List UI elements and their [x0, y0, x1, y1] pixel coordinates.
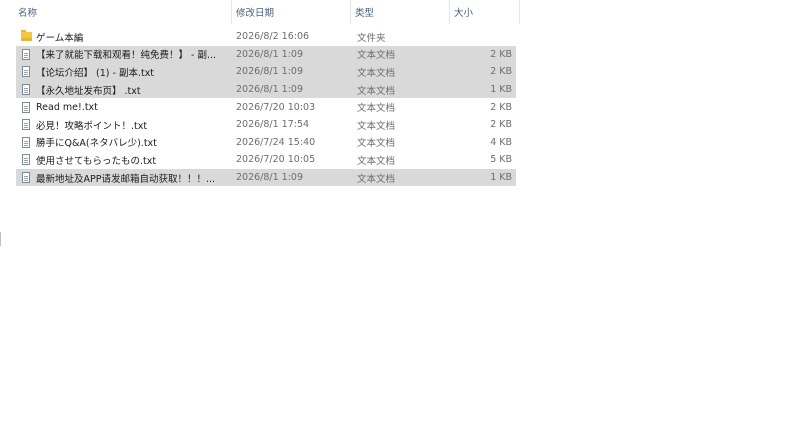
column-header-type-label: 类型	[355, 8, 375, 19]
text-file-icon	[22, 154, 30, 166]
file-row-icon-cell	[20, 169, 32, 187]
file-row-icon-cell	[20, 134, 32, 152]
file-row[interactable]: 使用させてもらったもの.txt 2026/7/20 10:05 文本文档 5 KB	[16, 151, 516, 169]
file-row[interactable]: ゲーム本編 2026/8/2 16:06 文件夹	[16, 28, 516, 46]
file-size: 4 KB	[490, 136, 512, 148]
file-row[interactable]: Read me!.txt 2026/7/20 10:03 文本文档 2 KB	[16, 98, 516, 116]
file-size: 1 KB	[490, 84, 512, 96]
column-header-divider[interactable]	[519, 0, 520, 24]
file-size: 2 KB	[490, 66, 512, 78]
file-type: 文本文档	[357, 120, 396, 132]
file-name: 勝手にQ&A(ネタバレ少).txt	[36, 138, 157, 150]
file-row-icon-cell	[20, 81, 32, 99]
resize-handle[interactable]	[0, 232, 1, 246]
file-name: 使用させてもらったもの.txt	[36, 155, 157, 167]
file-date: 2026/7/20 10:03	[236, 101, 316, 113]
file-type: 文本文档	[357, 85, 396, 97]
file-name: 【来了就能下载和观看！纯免费！】 - 副...	[36, 50, 217, 62]
file-row-icon-cell	[20, 151, 32, 169]
column-header-type[interactable]: 类型	[350, 0, 448, 24]
text-file-icon	[22, 84, 30, 96]
file-size: 1 KB	[490, 172, 512, 184]
column-header-size[interactable]: 大小	[449, 0, 519, 24]
file-date: 2026/8/1 1:09	[236, 172, 304, 184]
file-name: ゲーム本編	[36, 32, 84, 44]
column-header-name-label: 名称	[18, 8, 38, 19]
file-size	[448, 28, 512, 46]
file-row-icon-cell	[20, 63, 32, 81]
file-name: 必見！攻略ポイント！.txt	[36, 120, 148, 132]
file-date: 2026/7/24 15:40	[236, 136, 316, 148]
text-file-icon	[22, 119, 30, 131]
text-file-icon	[22, 66, 30, 78]
file-row[interactable]: 必見！攻略ポイント！.txt 2026/8/1 17:54 文本文档 2 KB	[16, 116, 516, 134]
file-row[interactable]: 勝手にQ&A(ネタバレ少).txt 2026/7/24 15:40 文本文档 4 KB	[16, 134, 516, 152]
file-row[interactable]: 【永久地址发布页】 .txt 2026/8/1 1:09 文本文档 1 KB	[16, 80, 516, 99]
column-header-bar: 名称 ^ 修改日期 类型 大小	[0, 0, 520, 24]
text-file-icon	[22, 48, 30, 60]
file-name: 【论坛介绍】 (1) - 副本.txt	[36, 67, 155, 79]
text-file-icon	[22, 101, 30, 113]
file-size: 2 KB	[490, 48, 512, 60]
folder-icon	[20, 30, 32, 42]
column-header-date-label: 修改日期	[236, 8, 275, 19]
file-type: 文本文档	[357, 103, 396, 115]
file-row[interactable]: 【论坛介绍】 (1) - 副本.txt 2026/8/1 1:09 文本文档 2 KB	[16, 63, 516, 81]
file-name: 最新地址及APP请发邮箱自动获取！！！...	[36, 173, 216, 185]
file-type: 文本文档	[357, 50, 396, 62]
file-list: ゲーム本編 2026/8/2 16:06 文件夹 【来了就能下载和观看！纯免费！】 -…	[16, 28, 516, 187]
file-type: 文本文档	[357, 67, 396, 79]
column-header-date[interactable]: 修改日期	[231, 0, 349, 24]
file-row[interactable]: 最新地址及APP请发邮箱自动获取！！！... 2026/8/1 1:09 文本文档 1…	[16, 168, 516, 187]
file-date: 2026/8/2 16:06	[236, 31, 310, 43]
file-size: 2 KB	[490, 119, 512, 131]
file-date: 2026/8/1 1:09	[236, 48, 304, 60]
text-file-icon	[22, 136, 30, 148]
file-row-icon-cell	[20, 28, 32, 46]
file-row[interactable]: 【来了就能下载和观看！纯免费！】 - 副... 2026/8/1 1:09 文本文档…	[16, 45, 516, 64]
file-type: 文本文档	[357, 173, 396, 185]
file-name: Read me!.txt	[36, 101, 98, 113]
file-size: 2 KB	[490, 101, 512, 113]
column-header-name[interactable]: 名称 ^	[0, 0, 230, 24]
file-type: 文本文档	[357, 155, 396, 167]
file-row-icon-cell	[20, 46, 32, 64]
file-date: 2026/7/20 10:05	[236, 154, 316, 166]
text-file-icon	[22, 172, 30, 184]
file-type: 文件夹	[357, 32, 386, 44]
file-type: 文本文档	[357, 138, 396, 150]
file-date: 2026/8/1 1:09	[236, 84, 304, 96]
file-row-icon-cell	[20, 116, 32, 134]
file-row-icon-cell	[20, 98, 32, 116]
file-explorer: 名称 ^ 修改日期 类型 大小 ゲーム本編 2026/8/2 16:06 文件夹 【来…	[0, 0, 800, 424]
file-size: 5 KB	[490, 154, 512, 166]
file-name: 【永久地址发布页】 .txt	[36, 85, 141, 97]
sort-ascending-icon: ^	[116, 0, 124, 7]
column-header-size-label: 大小	[454, 8, 474, 19]
file-date: 2026/8/1 1:09	[236, 66, 304, 78]
file-date: 2026/8/1 17:54	[236, 119, 310, 131]
